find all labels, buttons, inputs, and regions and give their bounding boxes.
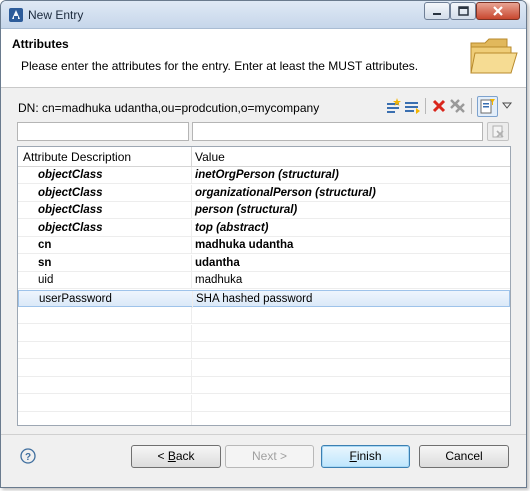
back-button-prefix: <: [157, 449, 168, 463]
value-cell: SHA hashed password: [196, 292, 313, 305]
column-divider: [191, 167, 192, 184]
attribute-cell: objectClass: [38, 204, 103, 216]
new-attribute-icon[interactable]: [385, 97, 403, 115]
close-button[interactable]: [476, 2, 520, 20]
table-row[interactable]: cn madhuka udantha: [18, 237, 510, 254]
clear-filter-button[interactable]: [487, 122, 509, 141]
column-header-value[interactable]: Value: [195, 150, 225, 164]
column-divider: [191, 237, 192, 254]
table-row[interactable]: userPassword SHA hashed password: [18, 289, 510, 308]
value-filter-input[interactable]: [192, 122, 483, 141]
banner-title: Attributes: [12, 37, 69, 51]
value-cell: udantha: [195, 256, 240, 269]
value-cell: top (abstract): [195, 221, 269, 234]
table-row[interactable]: [18, 342, 510, 359]
attributes-table[interactable]: Attribute Description Value objectClass i…: [17, 146, 511, 426]
table-row[interactable]: objectClass organizationalPerson (structu…: [18, 184, 510, 202]
table-row[interactable]: uid madhuka: [18, 272, 510, 289]
finish-button-rest: inish: [356, 449, 382, 463]
title-bar: New Entry: [1, 1, 526, 29]
column-divider: [191, 377, 192, 394]
column-divider: [191, 202, 192, 219]
column-divider: [191, 412, 192, 425]
window-title: New Entry: [28, 8, 84, 22]
table-row[interactable]: [18, 359, 510, 377]
column-divider: [192, 290, 193, 308]
finish-button-mnemonic: F: [349, 449, 357, 463]
column-divider: [191, 307, 192, 324]
cancel-button-label: Cancel: [445, 449, 483, 463]
table-row[interactable]: [18, 394, 510, 412]
table-header: Attribute Description Value: [18, 147, 510, 167]
column-divider: [191, 147, 192, 167]
new-entry-dialog: New Entry Attributes Please enter the at…: [0, 0, 527, 488]
table-row[interactable]: [18, 307, 510, 324]
value-cell: person (structural): [195, 204, 298, 216]
finish-button[interactable]: Finish: [321, 445, 410, 468]
column-divider: [191, 359, 192, 377]
toolbar-separator: [471, 98, 472, 114]
maximize-button[interactable]: [450, 2, 476, 20]
table-row[interactable]: objectClass top (abstract): [18, 219, 510, 237]
maximize-icon: [458, 6, 469, 16]
column-header-attribute[interactable]: Attribute Description: [23, 150, 131, 164]
back-button[interactable]: < Back: [131, 445, 221, 468]
quick-filter-toggle[interactable]: [477, 96, 498, 117]
delete-all-icon[interactable]: [448, 97, 466, 115]
value-cell: madhuka udantha: [195, 239, 294, 251]
folder-icon: [470, 38, 518, 74]
column-divider: [191, 324, 192, 342]
next-button-label: Next >: [251, 449, 287, 463]
attribute-cell: uid: [38, 274, 54, 286]
value-cell: organizationalPerson (structural): [195, 186, 376, 199]
dn-label: DN: cn=madhuka udantha,ou=prodcution,o=m…: [18, 101, 320, 115]
banner-description: Please enter the attributes for the entr…: [21, 59, 419, 73]
clear-filter-icon: [492, 125, 504, 138]
attribute-filter-input[interactable]: [17, 122, 189, 141]
app-icon: [9, 8, 23, 22]
next-button[interactable]: Next >: [225, 445, 314, 468]
view-menu-icon[interactable]: [499, 97, 517, 115]
attribute-cell: sn: [38, 256, 52, 269]
attribute-cell: objectClass: [38, 221, 103, 234]
delete-icon[interactable]: [430, 97, 448, 115]
table-row[interactable]: sn udantha: [18, 254, 510, 272]
value-cell: madhuka: [195, 274, 243, 286]
column-divider: [191, 272, 192, 289]
column-divider: [191, 184, 192, 202]
table-row[interactable]: [18, 324, 510, 342]
toolbar-separator: [425, 98, 426, 114]
table-row[interactable]: [18, 377, 510, 394]
wizard-banner: Attributes Please enter the attributes f…: [1, 29, 526, 88]
minimize-button[interactable]: [424, 2, 450, 20]
minimize-icon: [433, 13, 441, 15]
help-icon[interactable]: ?: [20, 448, 36, 464]
column-divider: [191, 219, 192, 237]
value-cell: inetOrgPerson (structural): [195, 169, 339, 181]
close-icon: [493, 6, 503, 16]
column-divider: [191, 342, 192, 359]
back-button-mnemonic: B: [167, 449, 176, 463]
table-row[interactable]: objectClass inetOrgPerson (structural): [18, 167, 510, 184]
attribute-cell: userPassword: [39, 292, 112, 305]
attribute-cell: cn: [38, 239, 52, 251]
table-row[interactable]: [18, 412, 510, 425]
attribute-cell: objectClass: [38, 186, 103, 199]
column-divider: [191, 394, 192, 412]
attribute-cell: objectClass: [38, 169, 103, 181]
table-row[interactable]: objectClass person (structural): [18, 202, 510, 219]
footer-separator: [1, 434, 526, 435]
column-divider: [191, 254, 192, 272]
quick-filter-icon: [480, 99, 495, 114]
new-value-icon[interactable]: [403, 97, 421, 115]
cancel-button[interactable]: Cancel: [419, 445, 509, 468]
svg-text:?: ?: [25, 452, 31, 463]
back-button-rest: ack: [175, 449, 195, 463]
